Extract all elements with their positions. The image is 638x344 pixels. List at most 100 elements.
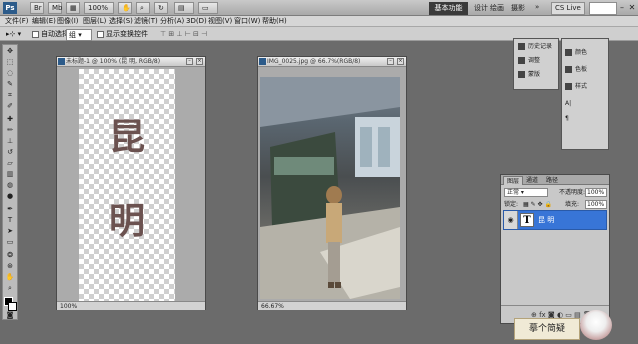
doc1-minimize-icon[interactable]: – xyxy=(186,58,193,65)
workspace-design[interactable]: 设计 xyxy=(474,3,488,13)
document-window-untitled[interactable]: 未标题-1 @ 100% (昆 明, RGB/8) – × 昆 明 100% xyxy=(56,56,206,310)
tools-panel: ✥ ⬚ ◌ ✎ ⌗ ✐ ✚ ✏ ⊥ ↺ ▱ ▥ ◍ ● ✒ T ➤ ▭ ❂ ⊛ … xyxy=(2,44,18,320)
cs-live-button[interactable]: CS Live xyxy=(551,2,585,15)
opacity-input[interactable]: 100% xyxy=(585,188,607,197)
search-field[interactable] xyxy=(589,2,617,15)
lasso-tool-icon[interactable]: ◌ xyxy=(4,69,16,78)
lock-icons[interactable]: ▦ ✎ ✥ 🔒 xyxy=(523,200,552,209)
doc1-zoom-readout[interactable]: 100% xyxy=(60,303,77,310)
character-icon: A| xyxy=(565,100,572,107)
auto-select-dropdown[interactable]: 组 ▾ xyxy=(66,29,92,41)
doc2-zoom-readout[interactable]: 66.67% xyxy=(261,303,284,310)
photo-content xyxy=(260,77,400,299)
menu-file[interactable]: 文件(F) xyxy=(5,16,29,27)
panel-swatches[interactable]: 色板 xyxy=(565,65,608,75)
history-brush-icon[interactable]: ↺ xyxy=(4,148,16,157)
clone-stamp-icon[interactable]: ⊥ xyxy=(4,137,16,146)
panel-adjustments[interactable]: 调整 xyxy=(518,56,558,66)
document-title-bar[interactable]: 未标题-1 @ 100% (昆 明, RGB/8) xyxy=(57,57,205,67)
zoom-tool-icon[interactable]: ⌕ xyxy=(136,2,150,14)
rotate-view-icon[interactable]: ↻ xyxy=(154,2,168,14)
quick-mask-icon[interactable]: ◙ xyxy=(4,311,16,320)
panel-history[interactable]: 历史记录 xyxy=(518,42,558,52)
fill-input[interactable]: 100% xyxy=(585,200,607,209)
document-window-photo[interactable]: IMG_0025.jpg @ 66.7%(RGB/8) – × 66.67% xyxy=(257,56,407,310)
menu-analysis[interactable]: 分析(A) xyxy=(160,16,184,27)
menu-layer[interactable]: 图层(L) xyxy=(83,16,106,27)
view-extras-icon[interactable]: ▦ xyxy=(66,2,80,14)
blend-mode-dropdown[interactable]: 正常 ▾ xyxy=(504,188,548,197)
paragraph-panel-button[interactable]: ¶ xyxy=(565,114,608,124)
workspace-photography[interactable]: 摄影 xyxy=(511,3,525,13)
character-panel-button[interactable]: A| xyxy=(565,99,608,109)
panel-masks[interactable]: 蒙版 xyxy=(518,70,558,80)
background-color-swatch[interactable] xyxy=(8,302,17,311)
gradient-tool-icon[interactable]: ▥ xyxy=(4,170,16,179)
tab-paths[interactable]: 路径 xyxy=(543,176,561,185)
blur-tool-icon[interactable]: ◍ xyxy=(4,181,16,190)
document-title-bar[interactable]: IMG_0025.jpg @ 66.7%(RGB/8) xyxy=(258,57,406,67)
eraser-tool-icon[interactable]: ▱ xyxy=(4,159,16,168)
workspace-essentials[interactable]: 基本功能 xyxy=(429,2,468,15)
3d-rotate-tool-icon[interactable]: ❂ xyxy=(4,251,16,260)
doc1-status-bar: 100% xyxy=(57,301,205,310)
screen-mode-icon[interactable]: ▭ xyxy=(198,2,218,14)
move-tool-icon[interactable]: ✥ xyxy=(4,47,16,56)
transform-label: 显示变换控件 xyxy=(106,30,148,38)
brush-tool-icon[interactable]: ✏ xyxy=(4,126,16,135)
menu-help[interactable]: 帮助(H) xyxy=(262,16,287,27)
show-transform-checkbox[interactable]: 显示变换控件 xyxy=(97,29,148,39)
photoshop-logo: Ps xyxy=(3,2,17,14)
menu-3d[interactable]: 3D(D) xyxy=(186,16,207,27)
color-icon xyxy=(565,49,572,56)
shape-tool-icon[interactable]: ▭ xyxy=(4,238,16,247)
healing-brush-icon[interactable]: ✚ xyxy=(4,115,16,124)
eye-icon[interactable]: ◉ xyxy=(504,211,518,229)
panel-group-history: 历史记录 调整 蒙版 xyxy=(513,38,559,90)
doc2-status-bar: 66.67% xyxy=(258,301,406,310)
layer-row[interactable]: ◉ T 昆 明 xyxy=(503,210,607,230)
doc1-close-icon[interactable]: × xyxy=(196,58,203,65)
dodge-tool-icon[interactable]: ● xyxy=(4,192,16,201)
more-workspaces[interactable]: » xyxy=(535,3,539,11)
pen-tool-icon[interactable]: ✒ xyxy=(4,205,16,214)
styles-icon xyxy=(565,83,572,90)
menu-select[interactable]: 选择(S) xyxy=(109,16,133,27)
zoom-tool-icon-panel[interactable]: ⌕ xyxy=(4,284,16,293)
menu-image[interactable]: 图像(I) xyxy=(57,16,79,27)
arrange-documents-icon[interactable]: ▤ xyxy=(174,2,194,14)
menu-view[interactable]: 视图(V) xyxy=(208,16,232,27)
layer-name[interactable]: 昆 明 xyxy=(538,214,554,226)
close-icon[interactable]: ✕ xyxy=(627,3,637,13)
canvas-text-kun: 昆 xyxy=(108,116,145,158)
canvas-transparent[interactable]: 昆 明 xyxy=(79,69,175,301)
panel-styles[interactable]: 样式 xyxy=(565,82,608,92)
tab-channels[interactable]: 通道 xyxy=(523,176,541,185)
menu-filter[interactable]: 滤镜(T) xyxy=(134,16,158,27)
move-tool-preset-icon[interactable]: ▸⊹ ▾ xyxy=(6,29,21,39)
eyedropper-tool-icon[interactable]: ✐ xyxy=(4,102,16,111)
minimize-icon[interactable]: – xyxy=(617,3,627,13)
menu-window[interactable]: 窗口(W) xyxy=(234,16,260,27)
mini-bridge-icon[interactable]: Mb xyxy=(48,2,62,14)
path-select-tool-icon[interactable]: ➤ xyxy=(4,227,16,236)
tab-layers[interactable]: 图层 xyxy=(503,176,524,185)
workspace-painting[interactable]: 绘画 xyxy=(490,3,504,13)
panel-color[interactable]: 颜色 xyxy=(565,48,608,58)
zoom-level-dropdown[interactable]: 100% xyxy=(84,2,114,14)
type-tool-icon[interactable]: T xyxy=(4,216,16,225)
hand-tool-icon[interactable]: ✋ xyxy=(118,2,132,14)
opacity-label: 不透明度: xyxy=(559,189,586,196)
align-icons[interactable]: ⊤ ⊞ ⊥ ⊢ ⊟ ⊣ xyxy=(160,29,207,39)
photo-canvas[interactable] xyxy=(260,77,400,299)
marquee-tool-icon[interactable]: ⬚ xyxy=(4,58,16,67)
quick-select-tool-icon[interactable]: ✎ xyxy=(4,80,16,89)
hand-tool-icon-panel[interactable]: ✋ xyxy=(4,273,16,282)
bridge-icon[interactable]: Br xyxy=(30,2,44,14)
menu-edit[interactable]: 编辑(E) xyxy=(32,16,56,27)
doc2-minimize-icon[interactable]: – xyxy=(387,58,394,65)
crop-tool-icon[interactable]: ⌗ xyxy=(4,91,16,100)
canvas-text-ming: 明 xyxy=(108,200,145,242)
doc2-close-icon[interactable]: × xyxy=(397,58,404,65)
3d-camera-tool-icon[interactable]: ⊛ xyxy=(4,262,16,271)
